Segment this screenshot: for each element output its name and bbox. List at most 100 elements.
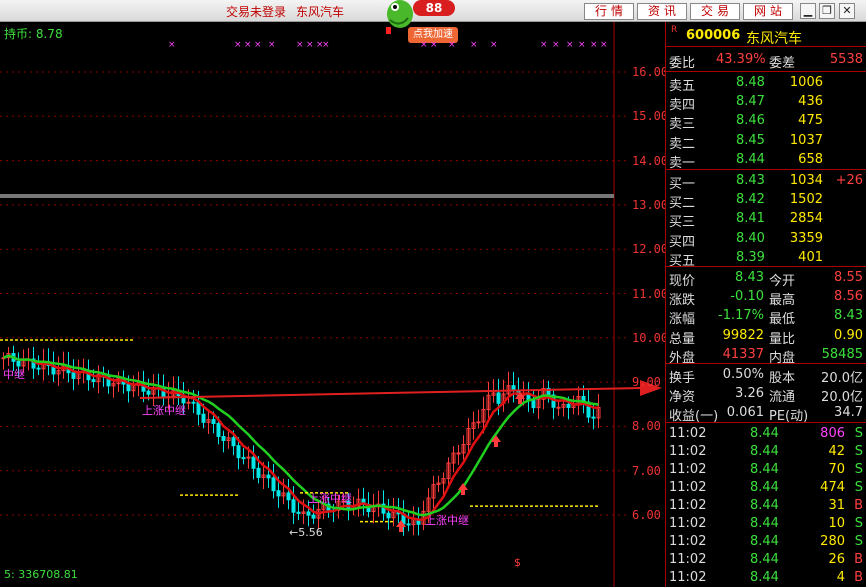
tick-row: 11:02 8.44 70 S <box>666 461 866 479</box>
market-button[interactable]: 行情 <box>584 3 634 20</box>
low-price-value: 5.56 <box>298 526 323 539</box>
minimize-icon[interactable]: ▁ <box>800 3 816 19</box>
website-button[interactable]: 网站 <box>743 3 793 20</box>
fund-value: 34.7 <box>834 405 863 420</box>
y-axis-tick: 9.00 <box>632 375 661 390</box>
stat-value: 99822 <box>722 327 764 343</box>
tick-price: 8.44 <box>750 498 779 513</box>
restore-icon[interactable]: ❐ <box>819 3 835 19</box>
y-axis-tick: 7.00 <box>632 463 661 478</box>
candle-body <box>71 372 76 379</box>
tick-row: 11:02 8.44 280 S <box>666 533 866 551</box>
fund-value: 0.50% <box>722 367 764 382</box>
ask-label: 卖四 <box>669 98 696 114</box>
signal-marker: × <box>268 40 276 50</box>
stat-value: 8.43 <box>735 270 764 285</box>
fundamental-row: 净资 3.26 流通 20.0亿 <box>666 385 866 405</box>
y-axis-tick: 10.00 <box>632 330 669 345</box>
y-axis-tick: 6.00 <box>632 508 661 522</box>
stat-row: 涨幅 -1.17% 最低 8.43 <box>666 307 866 327</box>
tick-price: 8.44 <box>750 552 779 567</box>
candle-body <box>296 511 301 514</box>
ask-row: 卖三 8.46 475 <box>666 112 866 132</box>
bid-price: 8.42 <box>736 192 765 208</box>
hold-status-label: 持币: 8.78 <box>4 27 63 41</box>
r-flag: R <box>671 25 678 35</box>
candle-body <box>256 467 261 478</box>
ask-label: 卖五 <box>669 79 696 94</box>
tick-price: 8.44 <box>750 516 779 531</box>
fund-label: 净资 <box>669 390 696 405</box>
stat-label: 现价 <box>669 274 696 289</box>
bid-row: 买一 8.43 1034 +26 <box>666 172 866 192</box>
volume-label: 5: 336708.81 <box>4 568 78 581</box>
signal-marker: × <box>296 40 304 50</box>
tick-row: 11:02 8.44 31 B <box>666 497 866 515</box>
candle-body <box>456 452 461 455</box>
bid-row: 买五 8.39 401 <box>666 249 866 269</box>
tick-time: 11:02 <box>669 552 707 567</box>
trade-button[interactable]: 交易 <box>690 3 740 20</box>
stat-label: 最高 <box>769 293 796 309</box>
signal-marker: × <box>448 40 456 50</box>
signal-marker: × <box>322 40 330 50</box>
stat-label: 涨跌 <box>669 293 696 309</box>
tick-side: B <box>854 552 863 567</box>
candle-body <box>36 367 41 370</box>
stat-value: 8.43 <box>834 308 863 324</box>
tick-side: B <box>854 498 863 513</box>
bid-row: 买二 8.42 1502 <box>666 191 866 211</box>
signal-label: 上涨中继 <box>425 514 469 527</box>
candle-body <box>91 379 96 383</box>
stat-value: 58485 <box>821 346 863 362</box>
signal-marker: × <box>254 40 262 50</box>
stat-value: 8.56 <box>834 289 863 305</box>
fundamental-row: 换手 0.50% 股本 20.0亿 <box>666 366 866 386</box>
tick-side: S <box>854 480 863 495</box>
bid-volume: 401 <box>798 249 823 265</box>
candle-body <box>276 490 281 497</box>
tick-time: 11:02 <box>669 480 707 495</box>
candle-body <box>236 445 241 459</box>
panel-header: R 600006 东风汽车 <box>666 25 866 47</box>
tick-side: S <box>854 516 863 531</box>
bid-price: 8.39 <box>736 249 765 265</box>
tick-price: 8.44 <box>750 570 779 585</box>
y-axis-tick: 11.00 <box>632 286 669 301</box>
tick-time: 11:02 <box>669 498 707 513</box>
fund-value: 20.0亿 <box>821 390 863 405</box>
ask-volume: 1037 <box>789 132 823 148</box>
stat-value: 41337 <box>722 346 764 362</box>
low-price-marker: ←5.56 <box>289 526 323 539</box>
ask-price: 8.46 <box>736 113 765 129</box>
candle-body <box>306 511 311 516</box>
speed-badge[interactable]: 88 <box>413 0 455 16</box>
ask-row: 卖一 8.44 658 <box>666 151 866 171</box>
fund-label: 换手 <box>669 371 696 386</box>
y-axis-tick: 15.00 <box>632 109 669 124</box>
bid-price: 8.40 <box>736 230 765 246</box>
stat-label: 量比 <box>769 331 796 347</box>
signal-marker: × <box>306 40 314 50</box>
tick-price: 8.44 <box>750 534 779 549</box>
tick-row: 11:02 8.44 42 S <box>666 443 866 461</box>
ask-price: 8.44 <box>736 151 765 167</box>
tick-volume: 806 <box>820 426 845 441</box>
stat-value: -1.17% <box>718 308 764 324</box>
stock-code: 600006 <box>686 28 741 43</box>
ask-price: 8.45 <box>736 132 765 148</box>
tick-price: 8.44 <box>750 444 779 459</box>
candle-body <box>211 419 216 424</box>
candle-body <box>191 401 196 404</box>
close-icon[interactable]: ✕ <box>839 3 855 19</box>
kline-chart[interactable]: × × × × × × × × × × × × × × × × × × × × $ 持币: 8.78 5: 336708… <box>0 22 669 587</box>
tick-side: S <box>854 444 863 459</box>
weicha-value: 5538 <box>829 52 863 67</box>
signal-marker: × <box>470 40 478 50</box>
candle-body <box>496 392 501 404</box>
candle-body <box>241 457 246 460</box>
news-button[interactable]: 资讯 <box>637 3 687 20</box>
tick-time: 11:02 <box>669 516 707 531</box>
tick-row: 11:02 8.44 4 B <box>666 569 866 587</box>
tick-volume: 31 <box>828 498 845 513</box>
